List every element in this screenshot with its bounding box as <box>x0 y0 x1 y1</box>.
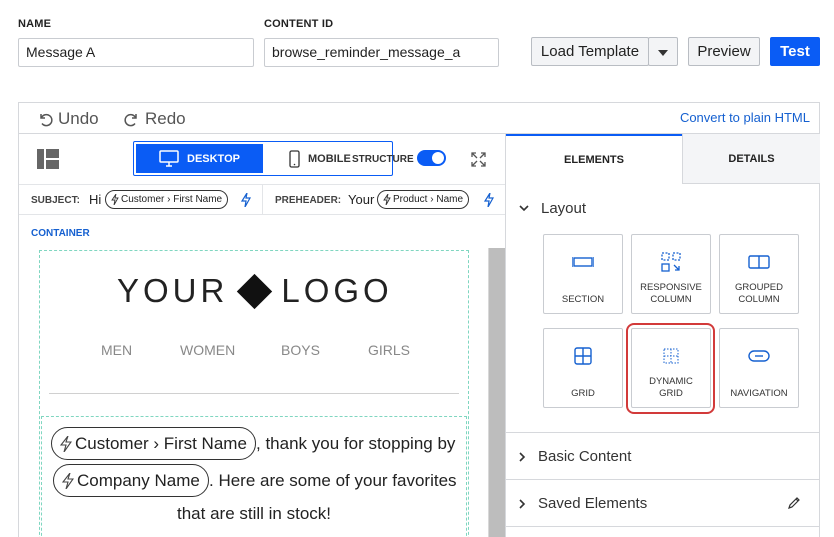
undo-label: Undo <box>58 109 99 128</box>
responsive-column-card-label: RESPONSIVE COLUMN <box>640 282 702 305</box>
logo-right: LOGO <box>281 272 393 309</box>
preheader-label: PREHEADER: <box>275 195 342 206</box>
chevron-down-icon <box>519 205 529 212</box>
redo-button[interactable]: Redo <box>124 109 186 129</box>
saved-elements-section[interactable]: Saved Elements <box>506 479 820 525</box>
first-name-token[interactable]: Customer › First Name <box>51 427 256 460</box>
divider-line <box>49 393 459 394</box>
subject-label: SUBJECT: <box>31 195 80 206</box>
desktop-label: DESKTOP <box>187 152 240 165</box>
preheader-token-label: Product › Name <box>393 194 464 205</box>
convert-plain-html-link[interactable]: Convert to plain HTML <box>680 110 810 125</box>
grouped-column-card-label: GROUPED COLUMN <box>734 282 784 305</box>
desktop-icon <box>159 150 179 167</box>
chevron-right-icon <box>519 498 526 509</box>
caret-down-icon <box>658 50 668 56</box>
layout-label: Layout <box>541 200 587 217</box>
navigation-card[interactable]: NAVIGATION <box>719 328 799 408</box>
view-toolbar: DESKTOP MOBILE STRUCTURE <box>19 134 505 185</box>
bolt-icon <box>111 194 119 205</box>
insert-token-icon[interactable] <box>241 193 251 207</box>
fullscreen-icon[interactable] <box>471 152 486 167</box>
diamond-icon <box>237 273 273 309</box>
elements-panel: ELEMENTS DETAILS Layout SECTION RESPONSI… <box>505 134 820 537</box>
subject-prefix: Hi <box>89 192 102 207</box>
container-label: CONTAINER <box>31 228 90 239</box>
divider <box>262 185 263 215</box>
desktop-view-button[interactable]: DESKTOP <box>136 144 263 173</box>
subject-token[interactable]: Customer › First Name <box>105 190 229 209</box>
company-name-token[interactable]: Company Name <box>53 464 209 497</box>
editor-toolbar: Undo Redo Convert to plain HTML <box>19 103 819 134</box>
canvas-scrollbar[interactable] <box>488 248 505 537</box>
saved-elements-label: Saved Elements <box>538 495 648 512</box>
preview-button[interactable]: Preview <box>688 37 760 66</box>
layout-grid-icon[interactable] <box>37 149 59 169</box>
preheader-token[interactable]: Product › Name <box>377 190 470 209</box>
responsive-column-icon <box>661 252 681 272</box>
pencil-icon[interactable] <box>787 496 801 510</box>
insert-token-icon[interactable] <box>484 193 494 207</box>
section-card[interactable]: SECTION <box>543 234 623 314</box>
basic-content-header: Basic Content <box>519 448 631 465</box>
structure-toggle[interactable] <box>417 150 446 166</box>
nav-item-women[interactable]: WOMEN <box>180 342 235 358</box>
mobile-view-button[interactable]: MOBILE <box>289 150 351 168</box>
undo-icon <box>40 113 53 127</box>
subject-row: SUBJECT: Hi Customer › First Name PREHEA… <box>19 185 505 215</box>
navigation-card-label: NAVIGATION <box>730 388 788 399</box>
redo-label: Redo <box>145 109 186 128</box>
name-input[interactable]: Message A <box>18 38 254 67</box>
grid-card[interactable]: GRID <box>543 328 623 408</box>
basic-content-label: Basic Content <box>538 448 632 465</box>
body-text-1: , thank you for stopping by <box>256 434 456 453</box>
body-text-2: . Here are some of your favorites <box>209 471 457 490</box>
body-text-3: that are still in stock! <box>177 504 332 523</box>
tab-elements[interactable]: ELEMENTS <box>506 134 682 184</box>
grid-icon <box>574 347 592 365</box>
bolt-icon <box>383 194 391 205</box>
test-button[interactable]: Test <box>770 37 820 66</box>
mobile-icon <box>289 150 300 168</box>
content-id-input[interactable]: browse_reminder_message_a <box>264 38 499 67</box>
highlight-outline <box>626 323 715 414</box>
load-template-dropdown[interactable] <box>648 37 678 66</box>
grid-card-label: GRID <box>571 388 595 399</box>
bolt-icon <box>60 435 72 452</box>
logo-left: YOUR <box>117 272 229 309</box>
nav-item-boys[interactable]: BOYS <box>281 342 320 358</box>
load-template-button[interactable]: Load Template <box>531 37 649 66</box>
content-id-label: CONTENT ID <box>264 18 334 30</box>
chevron-right-icon <box>519 451 526 462</box>
grouped-column-card[interactable]: GROUPED COLUMN <box>719 234 799 314</box>
divider <box>506 526 820 527</box>
logo: YOUR LOGO <box>117 272 393 310</box>
bolt-icon <box>62 472 74 489</box>
nav-item-girls[interactable]: GIRLS <box>368 342 410 358</box>
basic-content-section[interactable]: Basic Content <box>506 432 820 478</box>
tab-details[interactable]: DETAILS <box>682 134 820 184</box>
grouped-column-icon <box>748 255 770 269</box>
redo-icon <box>124 113 137 127</box>
nav-item-men[interactable]: MEN <box>101 342 132 358</box>
mobile-label: MOBILE <box>308 153 351 165</box>
name-label: NAME <box>18 18 52 30</box>
saved-elements-header: Saved Elements <box>519 495 647 512</box>
undo-button[interactable]: Undo <box>37 109 99 129</box>
company-name-token-label: Company Name <box>77 470 200 490</box>
layout-section-header[interactable]: Layout <box>519 200 586 217</box>
subject-token-label: Customer › First Name <box>121 194 223 205</box>
email-canvas: YOUR LOGO MEN WOMEN BOYS GIRLS Customer … <box>19 248 505 537</box>
email-editor: Undo Redo Convert to plain HTML DESKTOP … <box>18 102 820 537</box>
section-icon <box>572 257 594 267</box>
section-card-label: SECTION <box>561 294 605 305</box>
navigation-icon <box>748 350 770 362</box>
structure-label: STRUCTURE <box>352 154 414 165</box>
first-name-token-label: Customer › First Name <box>75 433 247 453</box>
canvas-pane: DESKTOP MOBILE STRUCTURE SUBJECT: Hi Cus… <box>19 134 505 537</box>
preheader-prefix: Your <box>348 192 375 207</box>
responsive-column-card[interactable]: RESPONSIVE COLUMN <box>631 234 711 314</box>
